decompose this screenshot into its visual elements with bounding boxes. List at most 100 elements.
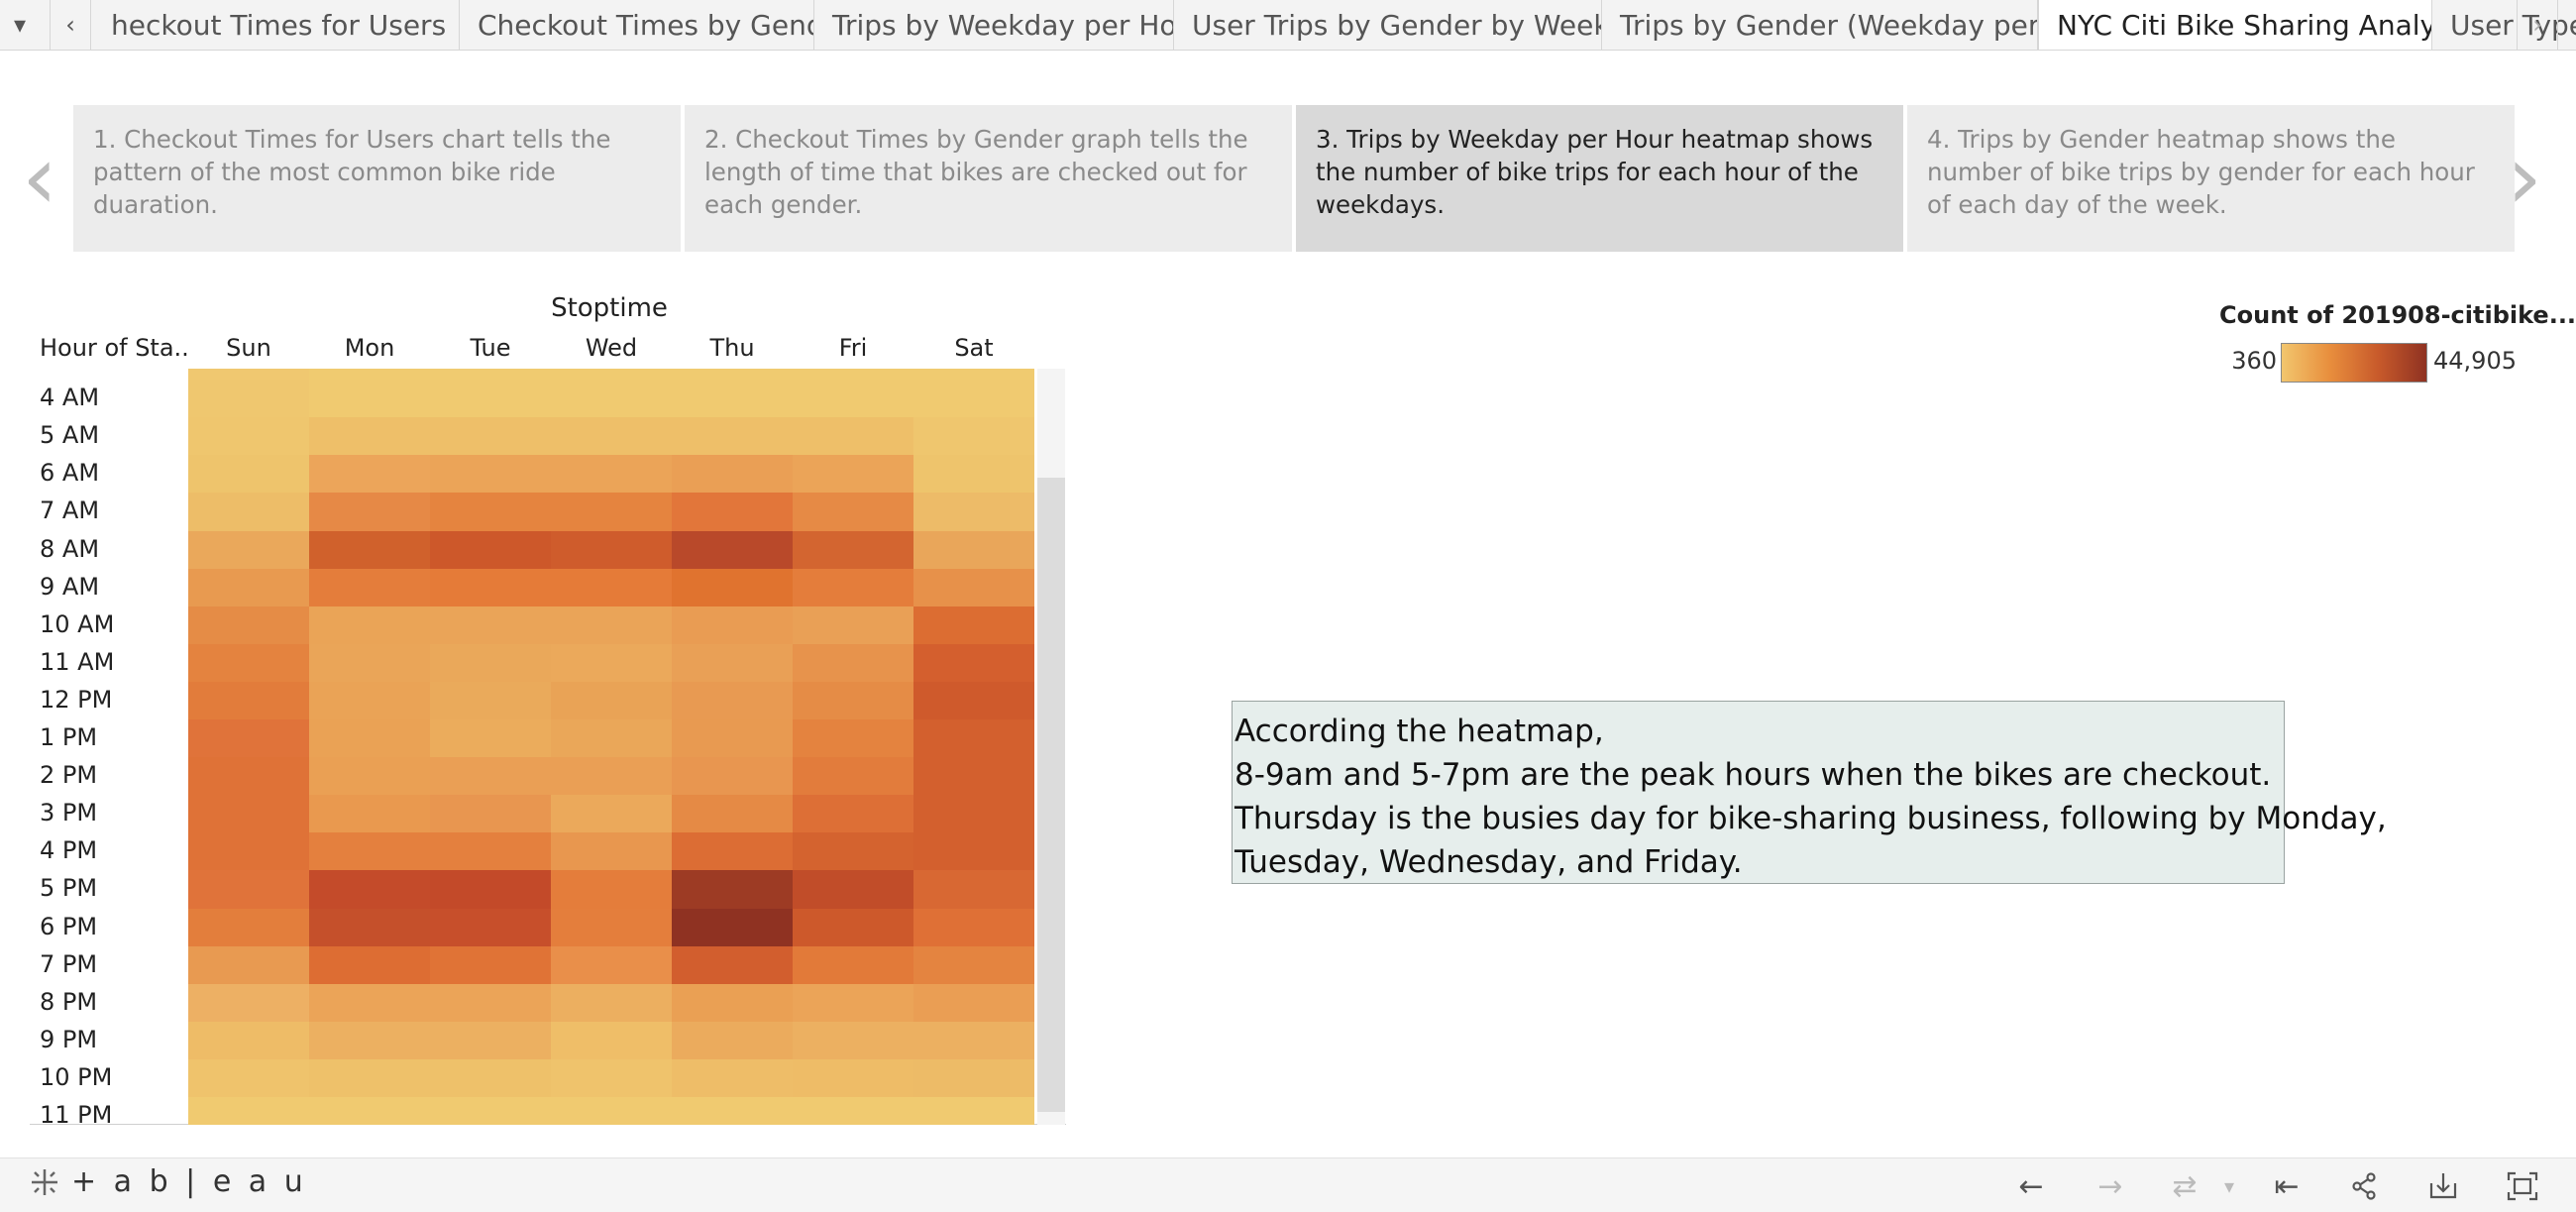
heatmap-cell[interactable] xyxy=(188,1097,309,1125)
heatmap-cell[interactable] xyxy=(672,643,793,683)
revert-icon[interactable]: ⇄ xyxy=(2165,1166,2204,1206)
heatmap-cell[interactable] xyxy=(672,1058,793,1098)
heatmap-cell[interactable] xyxy=(430,568,551,607)
heatmap-cell[interactable] xyxy=(430,795,551,833)
heatmap-chart[interactable]: 3 AM 4 AM 5 AM 6 AM 7 AM 8 AM 9 AM 10 AM 11 AM 12… xyxy=(30,369,1066,1125)
heatmap-cell[interactable] xyxy=(913,719,1034,758)
heatmap-cell[interactable] xyxy=(793,1058,913,1098)
heatmap-cell[interactable] xyxy=(551,832,672,871)
heatmap-cell[interactable] xyxy=(551,870,672,909)
heatmap-cell[interactable] xyxy=(913,643,1034,683)
heatmap-cell[interactable] xyxy=(551,757,672,796)
revert-all-icon[interactable]: ⇤ xyxy=(2267,1166,2307,1206)
heatmap-cell[interactable] xyxy=(309,832,430,871)
heatmap-cell[interactable] xyxy=(309,530,430,570)
heatmap-cell[interactable] xyxy=(188,369,309,381)
heatmap-cell[interactable] xyxy=(793,983,913,1023)
story-next-arrow-icon[interactable]: › xyxy=(2495,119,2554,238)
heatmap-cell[interactable] xyxy=(551,1058,672,1098)
story-previous-arrow-icon[interactable]: ‹ xyxy=(10,119,69,238)
heatmap-scrollbar-thumb[interactable] xyxy=(1037,478,1065,1112)
heatmap-cell[interactable] xyxy=(188,908,309,947)
heatmap-cell[interactable] xyxy=(309,870,430,909)
heatmap-cell[interactable] xyxy=(793,380,913,418)
sheet-tab[interactable]: Trips by Gender (Weekday per ... xyxy=(1602,0,2038,50)
sheet-tab[interactable]: Trips by Weekday per Hour xyxy=(814,0,1174,50)
heatmap-cell[interactable] xyxy=(793,719,913,758)
tab-scroll-right-icon[interactable]: › xyxy=(2517,0,2558,50)
heatmap-cell[interactable] xyxy=(430,606,551,645)
heatmap-cell[interactable] xyxy=(309,568,430,607)
undo-icon[interactable]: ← xyxy=(2011,1166,2051,1206)
heatmap-cell[interactable] xyxy=(913,681,1034,720)
heatmap-cell[interactable] xyxy=(309,983,430,1023)
heatmap-cell[interactable] xyxy=(188,455,309,494)
heatmap-cell[interactable] xyxy=(913,417,1034,456)
heatmap-cell[interactable] xyxy=(672,455,793,494)
heatmap-cell[interactable] xyxy=(309,606,430,645)
heatmap-cell[interactable] xyxy=(913,1058,1034,1098)
heatmap-cell[interactable] xyxy=(672,757,793,796)
redo-icon[interactable]: → xyxy=(2091,1166,2130,1206)
heatmap-cell[interactable] xyxy=(672,795,793,833)
heatmap-cell[interactable] xyxy=(188,757,309,796)
heatmap-cell[interactable] xyxy=(551,606,672,645)
heatmap-cell[interactable] xyxy=(793,568,913,607)
heatmap-cell[interactable] xyxy=(309,719,430,758)
heatmap-cell[interactable] xyxy=(672,1021,793,1060)
heatmap-cell[interactable] xyxy=(551,681,672,720)
heatmap-cell[interactable] xyxy=(551,380,672,418)
heatmap-cell[interactable] xyxy=(188,493,309,531)
revert-dropdown-icon[interactable]: ▾ xyxy=(2214,1166,2244,1206)
heatmap-cell[interactable] xyxy=(672,606,793,645)
heatmap-cell[interactable] xyxy=(430,681,551,720)
heatmap-cell[interactable] xyxy=(793,945,913,985)
heatmap-cell[interactable] xyxy=(430,908,551,947)
heatmap-cell[interactable] xyxy=(309,1058,430,1098)
heatmap-cell[interactable] xyxy=(309,1021,430,1060)
heatmap-cell[interactable] xyxy=(672,681,793,720)
heatmap-cell[interactable] xyxy=(430,757,551,796)
story-point[interactable]: 2. Checkout Times by Gender graph tells … xyxy=(685,105,1292,252)
heatmap-cell[interactable] xyxy=(309,795,430,833)
heatmap-cell[interactable] xyxy=(793,681,913,720)
heatmap-cell[interactable] xyxy=(672,870,793,909)
share-icon[interactable] xyxy=(2344,1166,2384,1206)
heatmap-cell[interactable] xyxy=(672,983,793,1023)
heatmap-cell[interactable] xyxy=(551,530,672,570)
heatmap-cell[interactable] xyxy=(913,832,1034,871)
heatmap-cell[interactable] xyxy=(188,530,309,570)
heatmap-cell[interactable] xyxy=(793,606,913,645)
heatmap-cell[interactable] xyxy=(672,380,793,418)
heatmap-cell[interactable] xyxy=(309,493,430,531)
heatmap-cell[interactable] xyxy=(188,870,309,909)
heatmap-cell[interactable] xyxy=(793,455,913,494)
heatmap-cell[interactable] xyxy=(430,1021,551,1060)
heatmap-cell[interactable] xyxy=(793,832,913,871)
heatmap-cell[interactable] xyxy=(913,369,1034,381)
heatmap-cell[interactable] xyxy=(430,870,551,909)
heatmap-cell[interactable] xyxy=(430,369,551,381)
heatmap-cell[interactable] xyxy=(188,606,309,645)
sheet-tab[interactable]: NYC Citi Bike Sharing Analysis xyxy=(2038,0,2432,50)
heatmap-cell[interactable] xyxy=(309,757,430,796)
heatmap-cell[interactable] xyxy=(913,530,1034,570)
tab-menu-dropdown-icon[interactable]: ▾ xyxy=(0,0,40,50)
heatmap-cell[interactable] xyxy=(551,1021,672,1060)
heatmap-cell[interactable] xyxy=(551,369,672,381)
heatmap-cell[interactable] xyxy=(309,908,430,947)
heatmap-cell[interactable] xyxy=(188,795,309,833)
heatmap-cell[interactable] xyxy=(913,795,1034,833)
heatmap-cell[interactable] xyxy=(913,1097,1034,1125)
heatmap-cell[interactable] xyxy=(551,908,672,947)
heatmap-cell[interactable] xyxy=(188,568,309,607)
heatmap-cell[interactable] xyxy=(430,832,551,871)
heatmap-cell[interactable] xyxy=(672,908,793,947)
heatmap-cell[interactable] xyxy=(913,568,1034,607)
heatmap-cell[interactable] xyxy=(188,380,309,418)
heatmap-cell[interactable] xyxy=(793,795,913,833)
heatmap-cell[interactable] xyxy=(551,795,672,833)
story-point[interactable]: 1. Checkout Times for Users chart tells … xyxy=(73,105,681,252)
heatmap-cell[interactable] xyxy=(672,530,793,570)
heatmap-cell[interactable] xyxy=(672,369,793,381)
